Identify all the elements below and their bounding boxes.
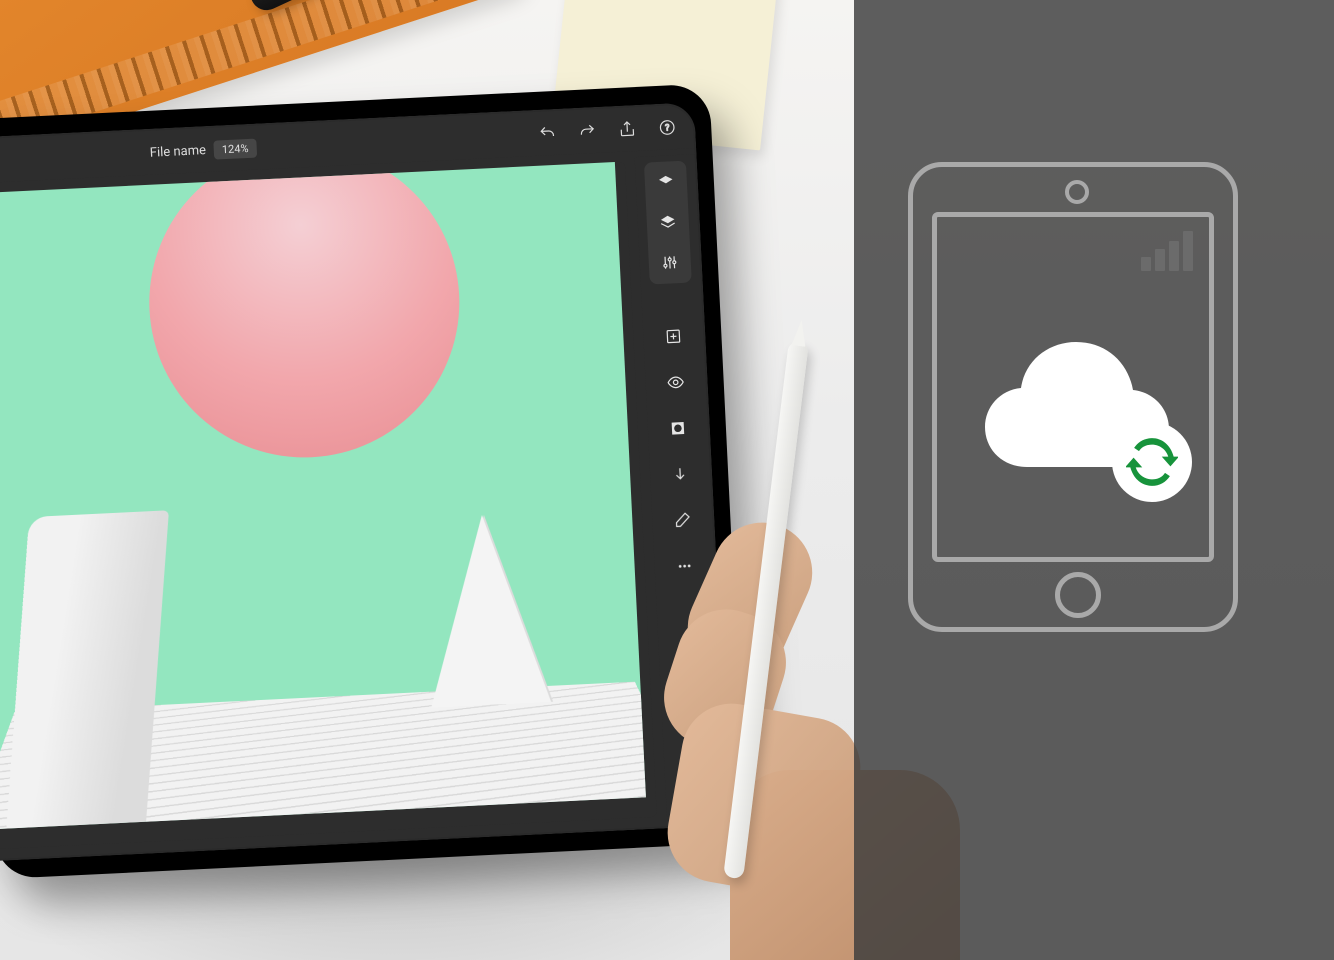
tablet-illustration [908,162,1238,632]
document-title[interactable]: File name [149,143,206,161]
tablet-camera-icon [1065,180,1089,204]
visibility-icon[interactable] [662,369,689,396]
tablet-home-icon [1055,572,1101,618]
artwork-cone [422,512,551,708]
tablet-device: File name 124% ? [0,83,746,879]
share-icon[interactable] [617,119,638,140]
eraser-icon[interactable] [669,507,696,534]
tablet-screen-icon [932,212,1214,562]
layer-comps-icon[interactable] [654,209,681,236]
adjustments-icon[interactable] [656,249,683,276]
panel-group-top [644,161,692,285]
overlay-panel [854,0,1334,960]
artwork-tower [6,510,169,829]
mask-icon[interactable] [664,415,691,442]
app-window: File name 124% ? [0,102,729,861]
redo-icon[interactable] [577,121,598,142]
zoom-level[interactable]: 124% [213,138,256,159]
layers-icon[interactable] [652,169,679,196]
undo-icon[interactable] [537,123,558,144]
workspace [0,162,657,850]
sync-status-icon [1112,422,1192,502]
artwork-circle [142,162,467,465]
signal-bars-icon [1141,231,1193,271]
canvas[interactable] [0,162,646,829]
add-layer-icon[interactable] [660,323,687,350]
more-icon[interactable] [671,553,698,580]
panel-group-bottom [651,314,706,588]
svg-text:?: ? [665,123,670,133]
arrow-down-icon[interactable] [667,461,694,488]
help-icon[interactable]: ? [657,117,678,138]
